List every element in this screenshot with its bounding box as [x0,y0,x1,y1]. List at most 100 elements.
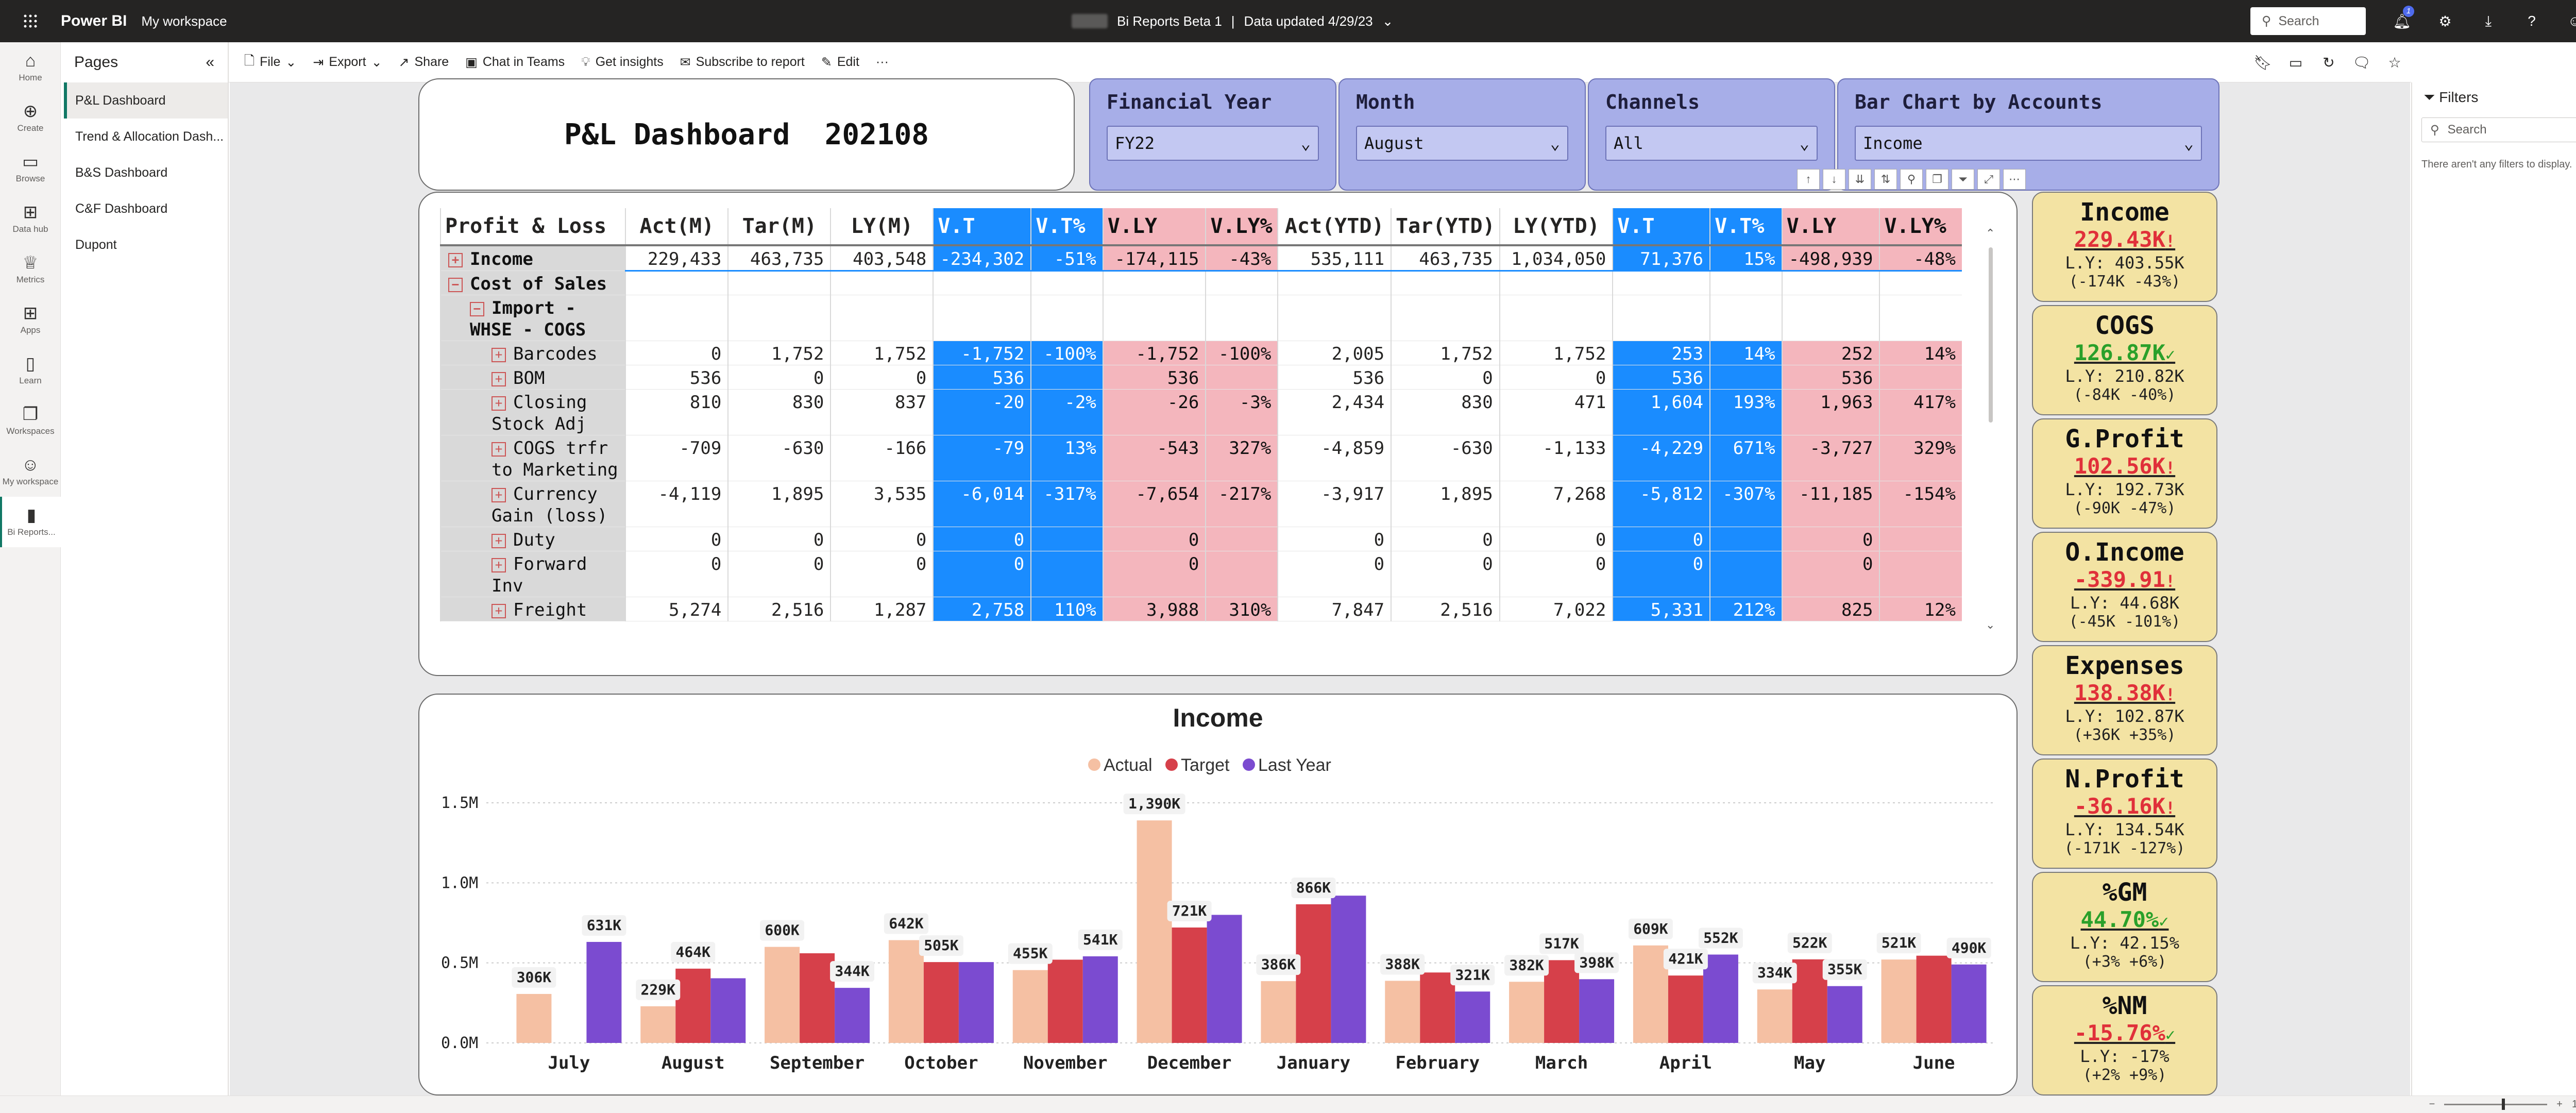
page-tab[interactable]: Dupont [64,227,228,263]
view-icon[interactable]: ▭ [2279,54,2312,71]
expand-icon[interactable]: + [448,252,463,267]
matrix-column-header[interactable]: Act(YTD) [1277,208,1392,246]
more-options-icon[interactable]: ⋯ [2003,169,2026,190]
copy-icon[interactable]: ❐ [1926,169,1948,190]
nav-item-my-workspace[interactable]: ☺ My workspace [0,446,61,497]
expand-icon[interactable]: + [492,396,506,411]
expand-icon[interactable]: + [492,533,506,548]
page-tab[interactable]: P&L Dashboard [64,82,228,119]
scroll-thumb[interactable] [1989,247,1993,423]
zoom-out-icon[interactable]: − [2429,1099,2435,1110]
scroll-down-icon[interactable]: ⌄ [1986,618,1995,632]
export-menu[interactable]: ⇥ Export ⌄ [304,42,390,82]
matrix-column-header[interactable]: Profit & Loss [439,208,626,246]
pin-icon[interactable]: ⚲ [1900,169,1923,190]
global-search-input[interactable]: ⚲ Search [2250,7,2366,35]
drill-up-icon[interactable]: ↑ [1797,169,1820,190]
accounts-dropdown[interactable]: Income ⌄ [1855,126,2202,161]
scroll-up-icon[interactable]: ⌃ [1986,227,1997,240]
nav-item-apps[interactable]: ⊞ Apps [0,295,61,345]
nav-item-browse[interactable]: ▭ Browse [0,143,61,194]
zoom-control: − + 156% ▭ [2429,1098,2576,1111]
nav-item-create[interactable]: ⊕ Create [0,93,61,143]
nav-item-home[interactable]: ⌂ Home [0,42,61,93]
matrix-cell [1879,365,1962,390]
nav-item-bi-reports-[interactable]: ▮ Bi Reports... [0,497,61,547]
nav-item-metrics[interactable]: ♕ Metrics [0,244,61,295]
filter-icon[interactable]: ⏷ [1952,169,1974,190]
financial-year-dropdown[interactable]: FY22 ⌄ [1107,126,1319,161]
nav-item-workspaces[interactable]: ❐ Workspaces [0,396,61,446]
nav-item-learn[interactable]: ▯ Learn [0,345,61,396]
nav-item-data-hub[interactable]: ⊞ Data hub [0,194,61,244]
matrix-column-header[interactable]: Tar(M) [727,208,831,246]
zoom-slider[interactable] [2444,1099,2548,1110]
zoom-slider-thumb[interactable] [2502,1099,2505,1110]
page-tab[interactable]: B&S Dashboard [64,155,228,191]
matrix-column-header[interactable]: V.T [1612,208,1710,246]
matrix-column-header[interactable]: Act(M) [625,208,728,246]
chevron-down-icon[interactable]: ⌄ [1382,13,1394,29]
matrix-cell: -317% [1030,481,1103,527]
matrix-column-header[interactable]: V.LY [1102,208,1206,246]
focus-mode-icon[interactable]: ⤢ [1977,169,2000,190]
report-title-area[interactable]: Bi Reports Beta 1 | Data updated 4/29/23… [1072,0,1393,42]
expand-icon[interactable]: + [492,487,506,502]
zoom-in-icon[interactable]: + [2556,1099,2563,1110]
apps-icon: ⊞ [23,303,38,323]
expand-icon[interactable]: + [492,347,506,362]
matrix-column-header[interactable]: V.LY% [1879,208,1962,246]
matrix-cell: 2,005 [1277,341,1392,365]
workspace-link[interactable]: My workspace [141,13,227,29]
matrix-scrollbar[interactable]: ⌃ ⌄ [1986,227,1997,639]
favorite-icon[interactable]: ☆ [2378,54,2411,71]
expand-all-icon[interactable]: ⇅ [1874,169,1897,190]
app-launcher-icon[interactable] [0,0,61,42]
refresh-icon[interactable]: ↻ [2312,54,2345,71]
download-icon[interactable]: ⤓ [2467,13,2510,30]
matrix-column-header[interactable]: V.LY [1781,208,1880,246]
month-dropdown[interactable]: August ⌄ [1356,126,1568,161]
matrix-column-header[interactable]: Tar(YTD) [1391,208,1500,246]
app-name[interactable]: Power BI [61,12,127,30]
kpi-value: 229.43K [2074,227,2165,252]
matrix-column-header[interactable]: LY(M) [830,208,934,246]
expand-icon[interactable]: + [492,372,506,386]
page-tab[interactable]: C&F Dashboard [64,191,228,227]
more-options-button[interactable]: ··· [868,42,897,82]
page-tab[interactable]: Trend & Allocation Dash... [64,119,228,155]
subscribe-button[interactable]: ✉ Subscribe to report [672,42,813,82]
filters-title-text: Filters [2439,89,2479,105]
row-label: Freight [513,600,587,620]
expand-icon[interactable]: + [492,558,506,572]
expand-next-level-icon[interactable]: ⇊ [1849,169,1871,190]
matrix-column-header[interactable]: V.T [933,208,1031,246]
chevron-down-icon: ⌄ [2183,133,2194,153]
comment-icon[interactable]: 🗨︎ [2345,54,2378,71]
collapse-icon[interactable]: « [206,54,214,71]
edit-button[interactable]: ✎ Edit [813,42,868,82]
channels-dropdown[interactable]: All ⌄ [1605,126,1818,161]
file-menu[interactable]: 🗋︎ File ⌄ [236,42,304,82]
help-icon[interactable]: ? [2510,13,2553,29]
feedback-icon[interactable]: ☺ [2553,13,2576,29]
drill-down-icon[interactable]: ↓ [1823,169,1845,190]
matrix-column-header[interactable]: V.LY% [1205,208,1278,246]
get-insights-button[interactable]: 💡︎ Get insights [573,42,672,82]
matrix-column-header[interactable]: V.T% [1709,208,1782,246]
expand-icon[interactable]: + [492,442,506,457]
gear-icon[interactable]: ⚙ [2424,13,2467,30]
matrix-cell: 71,376 [1612,245,1710,272]
bookmark-icon[interactable]: 🔖︎ [2246,54,2279,71]
expand-icon[interactable]: + [492,603,506,618]
share-button[interactable]: ↗ Share [391,42,457,82]
chat-in-teams-button[interactable]: ▣ Chat in Teams [457,42,573,82]
matrix-column-header[interactable]: LY(YTD) [1499,208,1613,246]
collapse-icon[interactable]: − [448,277,463,292]
matrix-column-header[interactable]: V.T% [1030,208,1103,246]
collapse-icon[interactable]: − [470,301,484,316]
bell-icon[interactable]: 🔔︎ 1 [2380,5,2424,30]
filters-search-input[interactable]: ⚲ Search [2421,117,2576,142]
kpi-title: %GM [2102,878,2147,907]
dropdown-value: All [1614,133,1643,153]
